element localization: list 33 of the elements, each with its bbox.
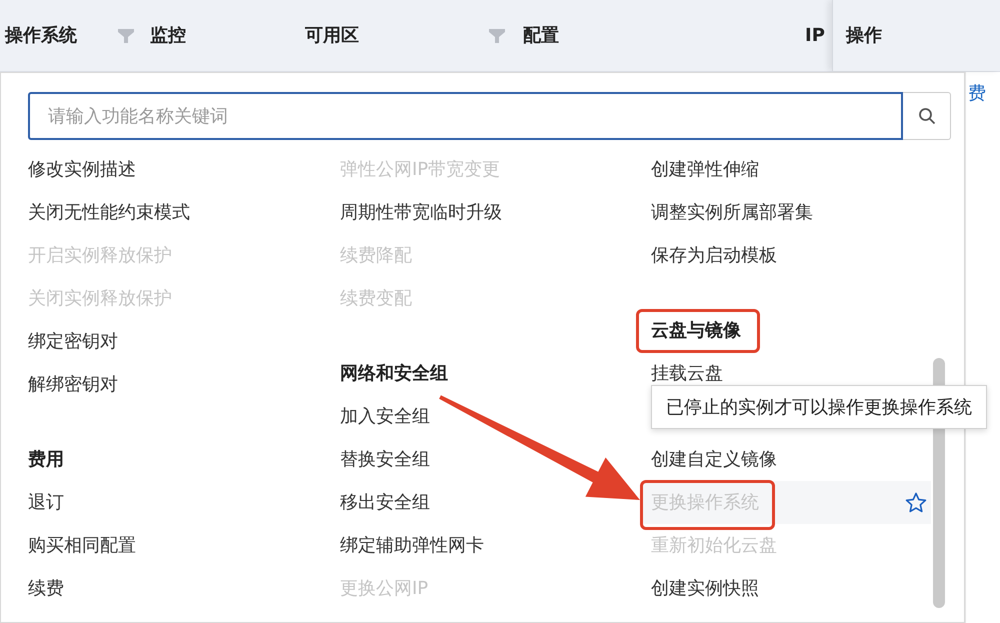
filter-icon[interactable] (489, 28, 505, 42)
column-header: 操作系统 (5, 24, 77, 48)
menu-item[interactable]: 购买相同配置 (28, 524, 340, 567)
menu-item[interactable]: 解绑密钥对 (28, 363, 340, 406)
menu-item[interactable]: 绑定密钥对 (28, 320, 340, 363)
menu-item[interactable]: 修改实例描述 (28, 148, 340, 191)
search-field[interactable]: 请输入功能名称关键词 (28, 92, 903, 140)
column-header: 配置 (523, 24, 559, 48)
menu-item[interactable]: 绑定辅助弹性网卡 (340, 524, 641, 567)
menu-item[interactable]: 续费 (28, 567, 340, 610)
section-heading: 云盘与镜像 (651, 320, 741, 342)
search-button[interactable] (903, 92, 951, 140)
search-icon (918, 107, 936, 125)
column-header: IP (805, 24, 825, 48)
menu-item[interactable]: 关闭无性能约束模式 (28, 191, 340, 234)
tooltip: 已停止的实例才可以操作更换操作系统 (651, 385, 987, 429)
menu-item[interactable]: 移出安全组 (340, 481, 641, 524)
filter-icon[interactable] (118, 28, 134, 42)
menu-item[interactable]: 替换安全组 (340, 438, 641, 481)
renew-link[interactable]: 费 (968, 83, 986, 104)
column-header: 操作 (846, 24, 882, 48)
column-header: 可用区 (305, 24, 359, 48)
menu-item[interactable]: 加入安全组 (340, 395, 641, 438)
menu-item[interactable]: 创建自定义镜像 (641, 438, 931, 481)
section-heading: 网络和安全组 (340, 362, 448, 384)
menu-item[interactable]: 保存为启动模板 (641, 234, 931, 277)
column-header: 监控 (150, 24, 186, 48)
menu-item[interactable]: 调整实例所属部署集 (641, 191, 931, 234)
section-heading: 费用 (28, 448, 64, 470)
menu-item[interactable]: 创建实例快照 (641, 567, 931, 610)
menu-item[interactable]: 创建弹性伸缩 (641, 148, 931, 191)
menu-item[interactable]: 周期性带宽临时升级 (340, 191, 641, 234)
menu-item[interactable]: 退订 (28, 481, 340, 524)
